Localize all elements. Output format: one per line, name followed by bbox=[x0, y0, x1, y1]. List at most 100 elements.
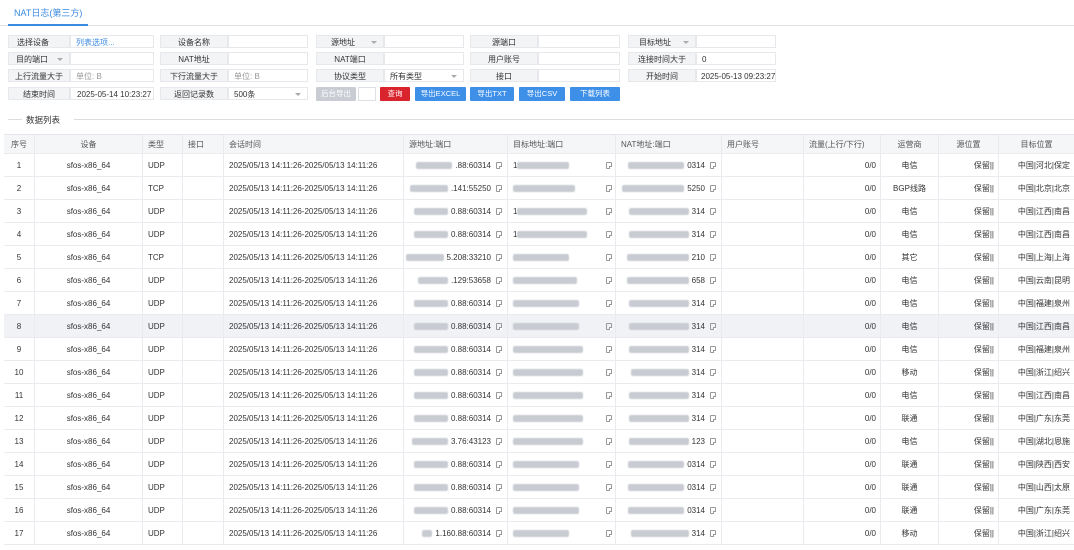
copy-icon[interactable] bbox=[710, 507, 716, 514]
copy-icon[interactable] bbox=[710, 185, 716, 192]
copy-icon[interactable] bbox=[710, 415, 716, 422]
copy-icon[interactable] bbox=[710, 346, 716, 353]
column-header-destination-location[interactable]: 目标位置 bbox=[998, 135, 1074, 153]
copy-icon[interactable] bbox=[496, 323, 502, 330]
src-port-input[interactable] bbox=[538, 35, 620, 48]
copy-icon[interactable] bbox=[496, 369, 502, 376]
copy-icon[interactable] bbox=[710, 208, 716, 215]
table-row[interactable]: 15 sfos-x86_64 UDP 2025/05/13 14:11:26-2025… bbox=[4, 476, 1074, 499]
export-csv-button[interactable]: 导出CSV bbox=[519, 87, 565, 101]
nat-addr-input[interactable] bbox=[228, 52, 308, 65]
copy-icon[interactable] bbox=[710, 300, 716, 307]
tab-nat-log[interactable]: NAT日志(第三方) bbox=[8, 0, 89, 26]
dst-addr-input[interactable] bbox=[696, 35, 776, 48]
table-row[interactable]: 16 sfos-x86_64 UDP 2025/05/13 14:11:26-2025… bbox=[4, 499, 1074, 522]
copy-icon[interactable] bbox=[606, 484, 612, 491]
copy-icon[interactable] bbox=[606, 277, 612, 284]
copy-icon[interactable] bbox=[496, 162, 502, 169]
background-export-toggle[interactable] bbox=[358, 87, 376, 101]
download-input[interactable]: 单位: B bbox=[228, 69, 308, 82]
column-header-interface[interactable]: 接口 bbox=[182, 135, 223, 153]
table-row[interactable]: 6 sfos-x86_64 UDP 2025/05/13 14:11:26-2025/… bbox=[4, 269, 1074, 292]
copy-icon[interactable] bbox=[606, 231, 612, 238]
copy-icon[interactable] bbox=[496, 484, 502, 491]
user-input[interactable] bbox=[538, 52, 620, 65]
dst-port-input[interactable] bbox=[70, 52, 154, 65]
copy-icon[interactable] bbox=[710, 438, 716, 445]
nat-port-input[interactable] bbox=[384, 52, 464, 65]
src-addr-select[interactable]: 源地址 bbox=[316, 35, 384, 48]
copy-icon[interactable] bbox=[496, 277, 502, 284]
copy-icon[interactable] bbox=[606, 185, 612, 192]
column-header-source-address[interactable]: 源地址:端口 bbox=[403, 135, 507, 153]
end-time-input[interactable]: 2025-05-14 10:23:27 bbox=[70, 87, 154, 100]
table-row[interactable]: 4 sfos-x86_64 UDP 2025/05/13 14:11:26-2025/… bbox=[4, 223, 1074, 246]
copy-icon[interactable] bbox=[606, 323, 612, 330]
copy-icon[interactable] bbox=[606, 162, 612, 169]
conn-time-input[interactable]: 0 bbox=[696, 52, 776, 65]
column-header-row-index[interactable]: 序号 bbox=[4, 135, 34, 153]
copy-icon[interactable] bbox=[710, 254, 716, 261]
column-header-carrier[interactable]: 运营商 bbox=[880, 135, 938, 153]
copy-icon[interactable] bbox=[710, 231, 716, 238]
copy-icon[interactable] bbox=[496, 530, 502, 537]
src-addr-input[interactable] bbox=[384, 35, 464, 48]
copy-icon[interactable] bbox=[710, 369, 716, 376]
copy-icon[interactable] bbox=[606, 300, 612, 307]
copy-icon[interactable] bbox=[496, 208, 502, 215]
table-row[interactable]: 1 sfos-x86_64 UDP 2025/05/13 14:11:26-2025/… bbox=[4, 154, 1074, 177]
export-txt-button[interactable]: 导出TXT bbox=[470, 87, 514, 101]
table-row[interactable]: 12 sfos-x86_64 UDP 2025/05/13 14:11:26-2025… bbox=[4, 407, 1074, 430]
copy-icon[interactable] bbox=[710, 277, 716, 284]
copy-icon[interactable] bbox=[710, 392, 716, 399]
column-header-source-location[interactable]: 源位置 bbox=[938, 135, 998, 153]
column-header-protocol[interactable]: 类型 bbox=[142, 135, 182, 153]
copy-icon[interactable] bbox=[496, 461, 502, 468]
copy-icon[interactable] bbox=[496, 415, 502, 422]
table-row[interactable]: 7 sfos-x86_64 UDP 2025/05/13 14:11:26-2025/… bbox=[4, 292, 1074, 315]
column-header-traffic[interactable]: 流量(上行/下行) bbox=[803, 135, 880, 153]
copy-icon[interactable] bbox=[496, 185, 502, 192]
copy-icon[interactable] bbox=[606, 530, 612, 537]
copy-icon[interactable] bbox=[606, 461, 612, 468]
table-row[interactable]: 11 sfos-x86_64 UDP 2025/05/13 14:11:26-2025… bbox=[4, 384, 1074, 407]
copy-icon[interactable] bbox=[606, 438, 612, 445]
copy-icon[interactable] bbox=[496, 231, 502, 238]
table-row[interactable]: 14 sfos-x86_64 UDP 2025/05/13 14:11:26-2025… bbox=[4, 453, 1074, 476]
copy-icon[interactable] bbox=[496, 507, 502, 514]
copy-icon[interactable] bbox=[496, 438, 502, 445]
copy-icon[interactable] bbox=[496, 346, 502, 353]
interface-input[interactable] bbox=[538, 69, 620, 82]
table-row[interactable]: 2 sfos-x86_64 TCP 2025/05/13 14:11:26-2025/… bbox=[4, 177, 1074, 200]
copy-icon[interactable] bbox=[496, 300, 502, 307]
copy-icon[interactable] bbox=[606, 254, 612, 261]
protocol-select[interactable]: 所有类型 bbox=[384, 69, 464, 82]
table-row[interactable]: 17 sfos-x86_64 UDP 2025/05/13 14:11:26-2025… bbox=[4, 522, 1074, 545]
table-row[interactable]: 9 sfos-x86_64 UDP 2025/05/13 14:11:26-2025/… bbox=[4, 338, 1074, 361]
copy-icon[interactable] bbox=[606, 369, 612, 376]
copy-icon[interactable] bbox=[606, 208, 612, 215]
copy-icon[interactable] bbox=[710, 323, 716, 330]
query-button[interactable]: 查询 bbox=[380, 87, 410, 101]
column-header-device[interactable]: 设备 bbox=[34, 135, 142, 153]
column-header-nat-address[interactable]: NAT地址:端口 bbox=[615, 135, 721, 153]
device-list-link-field[interactable]: 列表选项... bbox=[70, 35, 154, 48]
copy-icon[interactable] bbox=[606, 346, 612, 353]
table-row[interactable]: 13 sfos-x86_64 UDP 2025/05/13 14:11:26-2025… bbox=[4, 430, 1074, 453]
limit-select[interactable]: 500条 bbox=[228, 87, 308, 100]
column-header-destination-address[interactable]: 目标地址:端口 bbox=[507, 135, 615, 153]
copy-icon[interactable] bbox=[606, 392, 612, 399]
copy-icon[interactable] bbox=[710, 530, 716, 537]
start-time-input[interactable]: 2025-05-13 09:23:27 bbox=[696, 69, 776, 82]
dst-addr-select[interactable]: 目标地址 bbox=[628, 35, 696, 48]
copy-icon[interactable] bbox=[606, 507, 612, 514]
dst-port-select[interactable]: 目的端口 bbox=[8, 52, 70, 65]
device-name-input[interactable] bbox=[228, 35, 308, 48]
background-export-button[interactable]: 后台导出 bbox=[316, 87, 356, 101]
device-list-link[interactable]: 列表选项... bbox=[76, 38, 115, 47]
column-header-user-account[interactable]: 用户账号 bbox=[721, 135, 803, 153]
export-excel-button[interactable]: 导出EXCEL bbox=[415, 87, 466, 101]
upload-input[interactable]: 单位: B bbox=[70, 69, 154, 82]
copy-icon[interactable] bbox=[710, 484, 716, 491]
table-row[interactable]: 3 sfos-x86_64 UDP 2025/05/13 14:11:26-2025/… bbox=[4, 200, 1074, 223]
